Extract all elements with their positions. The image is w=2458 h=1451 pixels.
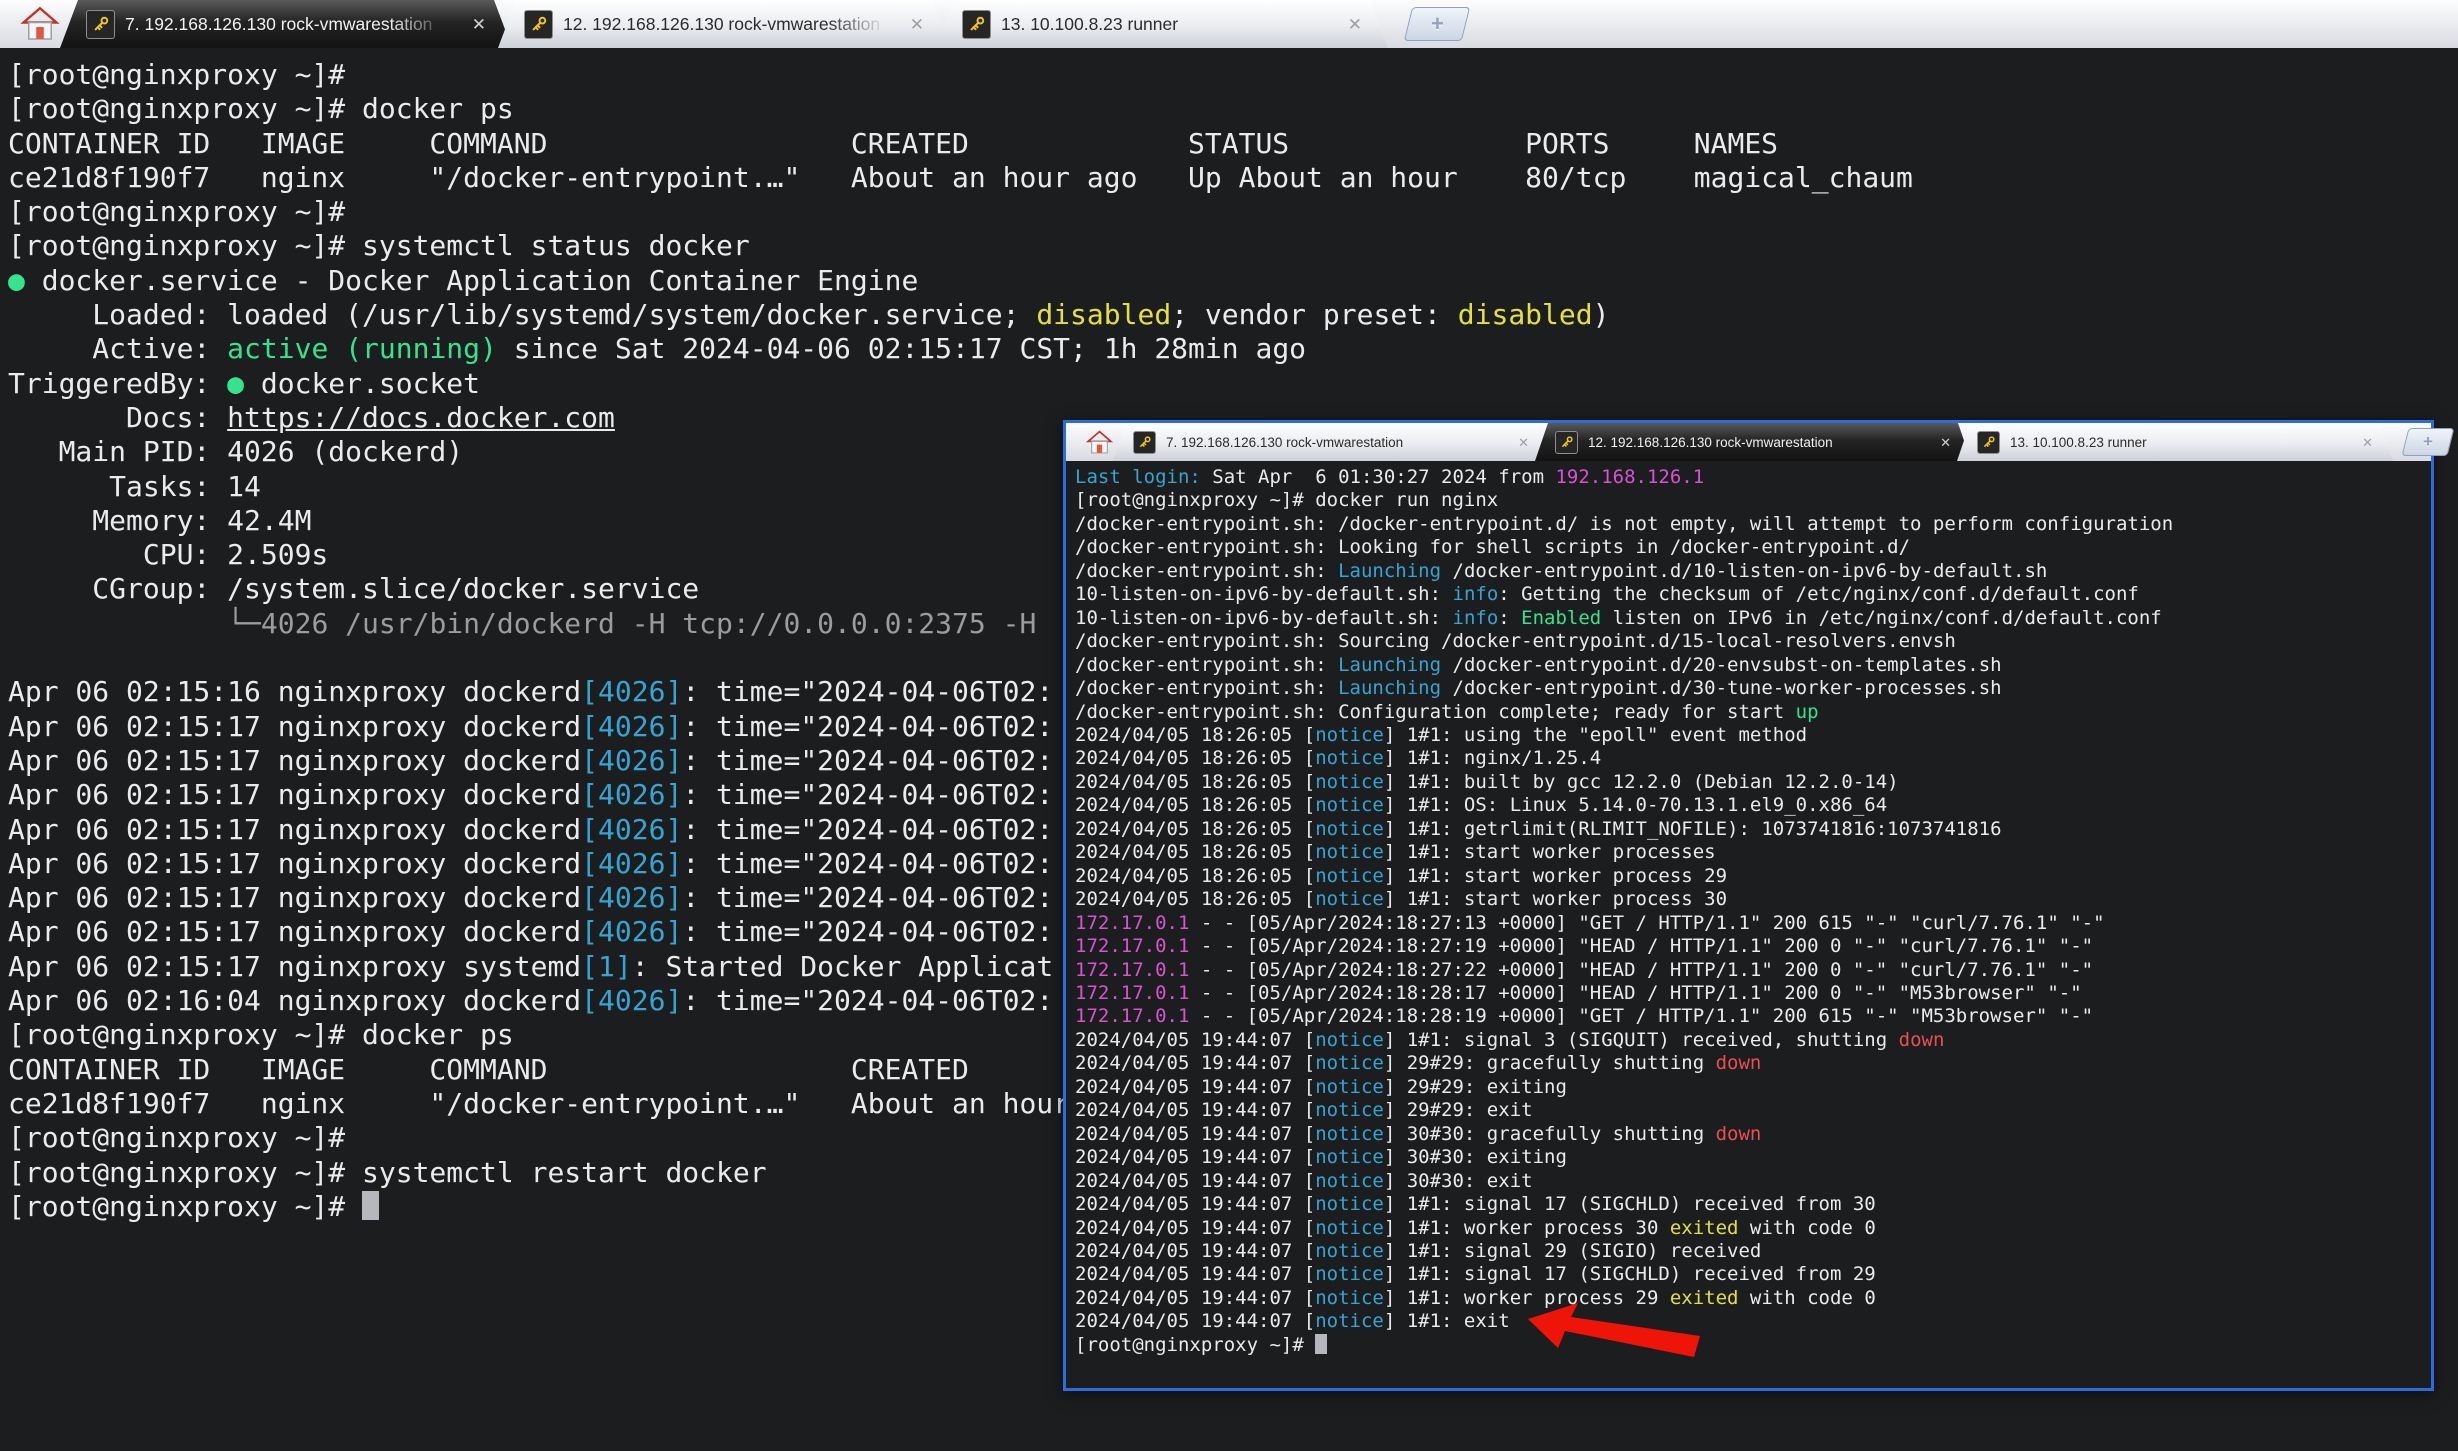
tab-label: 12. 192.168.126.130 rock-vmwarestation [563,14,894,35]
close-icon[interactable]: ✕ [2356,436,2373,449]
tab-session-12[interactable]: 12. 192.168.126.130 rock-vmwarestation ✕ [498,0,950,48]
close-icon[interactable]: ✕ [904,16,924,33]
terminal-line: 2024/04/05 18:26:05 [notice] 1#1: built … [1075,771,2431,794]
close-icon[interactable]: ✕ [1512,436,1529,449]
terminal-line: 2024/04/05 18:26:05 [notice] 1#1: getrli… [1075,818,2431,841]
terminal-line: 2024/04/05 18:26:05 [notice] 1#1: nginx/… [1075,747,2431,770]
terminal-line: 2024/04/05 19:44:07 [notice] 30#30: exit [1075,1170,2431,1193]
close-icon[interactable]: ✕ [1934,436,1951,449]
terminal-line: 2024/04/05 19:44:07 [notice] 30#30: grac… [1075,1123,2431,1146]
key-icon [1555,431,1578,454]
terminal-line: 172.17.0.1 - - [05/Apr/2024:18:27:19 +00… [1075,935,2431,958]
terminal-line: TriggeredBy: ● docker.socket [8,367,2458,401]
terminal-line: 2024/04/05 19:44:07 [notice] 30#30: exit… [1075,1146,2431,1169]
terminal-line: 2024/04/05 19:44:07 [notice] 1#1: exit [1075,1310,2431,1333]
terminal-line: /docker-entrypoint.sh: Launching /docker… [1075,560,2431,583]
terminal-line: [root@nginxproxy ~]# docker run nginx [1075,489,2431,512]
terminal-line: 2024/04/05 19:44:07 [notice] 1#1: worker… [1075,1217,2431,1240]
key-icon [1977,431,2000,454]
tab-session-7[interactable]: 7. 192.168.126.130 rock-vmwarestation ✕ [60,0,512,48]
terminal-line: 2024/04/05 19:44:07 [notice] 1#1: worker… [1075,1287,2431,1310]
tab-session-7[interactable]: 7. 192.168.126.130 rock-vmwarestation ✕ [1113,423,1549,461]
tab-label: 7. 192.168.126.130 rock-vmwarestation [1166,435,1502,450]
new-tab-button[interactable]: + [2402,428,2455,456]
terminal-line: 2024/04/05 19:44:07 [notice] 29#29: grac… [1075,1052,2431,1075]
terminal-cursor [1315,1334,1327,1354]
terminal-line: Last login: Sat Apr 6 01:30:27 2024 from… [1075,466,2431,489]
terminal-line: [root@nginxproxy ~]# docker ps [8,92,2458,126]
terminal-line: CONTAINER ID IMAGE COMMAND CREATED STATU… [8,127,2458,161]
key-icon [86,10,115,39]
tab-label: 13. 10.100.8.23 runner [1001,14,1332,35]
plus-icon: + [2423,432,2433,452]
home-icon [1086,430,1113,455]
terminal-line: 2024/04/05 18:26:05 [notice] 1#1: using … [1075,724,2431,747]
terminal-line: [root@nginxproxy ~]# systemctl status do… [8,229,2458,263]
key-icon [962,10,991,39]
tab-label: 13. 10.100.8.23 runner [2010,435,2346,450]
terminal-line: 2024/04/05 18:26:05 [notice] 1#1: start … [1075,841,2431,864]
overlay-window[interactable]: 7. 192.168.126.130 rock-vmwarestation ✕ … [1063,420,2434,1391]
terminal-line: 172.17.0.1 - - [05/Apr/2024:18:27:22 +00… [1075,959,2431,982]
terminal-line: ce21d8f190f7 nginx "/docker-entrypoint.…… [8,161,2458,195]
home-icon [20,6,60,42]
plus-icon: + [1431,11,1444,37]
terminal-line: 172.17.0.1 - - [05/Apr/2024:18:28:17 +00… [1075,982,2431,1005]
close-icon[interactable]: ✕ [466,16,486,33]
tab-session-13[interactable]: 13. 10.100.8.23 runner ✕ [936,0,1388,48]
tab-session-13[interactable]: 13. 10.100.8.23 runner ✕ [1957,423,2393,461]
terminal-cursor [362,1191,379,1221]
terminal-line: Active: active (running) since Sat 2024-… [8,332,2458,366]
terminal-line: /docker-entrypoint.sh: Launching /docker… [1075,654,2431,677]
terminal-line: 2024/04/05 18:26:05 [notice] 1#1: OS: Li… [1075,794,2431,817]
overlay-tab-bar: 7. 192.168.126.130 rock-vmwarestation ✕ … [1066,423,2431,461]
key-icon [1133,431,1156,454]
terminal-line: /docker-entrypoint.sh: /docker-entrypoin… [1075,513,2431,536]
terminal-line: /docker-entrypoint.sh: Launching /docker… [1075,677,2431,700]
terminal-line: /docker-entrypoint.sh: Configuration com… [1075,701,2431,724]
terminal-line: [root@nginxproxy ~]# [1075,1334,2431,1358]
terminal-line: 2024/04/05 19:44:07 [notice] 1#1: signal… [1075,1263,2431,1286]
main-window: 7. 192.168.126.130 rock-vmwarestation ✕ … [0,0,2458,48]
terminal-line: 2024/04/05 18:26:05 [notice] 1#1: start … [1075,888,2431,911]
terminal-line: 10-listen-on-ipv6-by-default.sh: info: G… [1075,583,2431,606]
terminal-line: 172.17.0.1 - - [05/Apr/2024:18:27:13 +00… [1075,912,2431,935]
terminal-line: 2024/04/05 19:44:07 [notice] 1#1: signal… [1075,1029,2431,1052]
terminal-line: 2024/04/05 18:26:05 [notice] 1#1: start … [1075,865,2431,888]
tab-label: 7. 192.168.126.130 rock-vmwarestation [125,14,456,35]
overlay-terminal[interactable]: Last login: Sat Apr 6 01:30:27 2024 from… [1066,461,2431,1388]
terminal-line: 2024/04/05 19:44:07 [notice] 29#29: exit… [1075,1076,2431,1099]
terminal-line: /docker-entrypoint.sh: Looking for shell… [1075,536,2431,559]
close-icon[interactable]: ✕ [1342,16,1362,33]
terminal-line: ● docker.service - Docker Application Co… [8,264,2458,298]
tab-label: 12. 192.168.126.130 rock-vmwarestation [1588,435,1924,450]
tab-session-12[interactable]: 12. 192.168.126.130 rock-vmwarestation ✕ [1535,423,1971,461]
key-icon [524,10,553,39]
terminal-line: 10-listen-on-ipv6-by-default.sh: info: E… [1075,607,2431,630]
terminal-line: 2024/04/05 19:44:07 [notice] 29#29: exit [1075,1099,2431,1122]
terminal-line: 172.17.0.1 - - [05/Apr/2024:18:28:19 +00… [1075,1005,2431,1028]
terminal-line: [root@nginxproxy ~]# [8,58,2458,92]
terminal-line: /docker-entrypoint.sh: Sourcing /docker-… [1075,630,2431,653]
terminal-line: Loaded: loaded (/usr/lib/systemd/system/… [8,298,2458,332]
terminal-line: [root@nginxproxy ~]# [8,195,2458,229]
main-tab-bar: 7. 192.168.126.130 rock-vmwarestation ✕ … [0,0,2458,48]
terminal-line: 2024/04/05 19:44:07 [notice] 1#1: signal… [1075,1240,2431,1263]
terminal-line: 2024/04/05 19:44:07 [notice] 1#1: signal… [1075,1193,2431,1216]
new-tab-button[interactable]: + [1404,7,1470,41]
